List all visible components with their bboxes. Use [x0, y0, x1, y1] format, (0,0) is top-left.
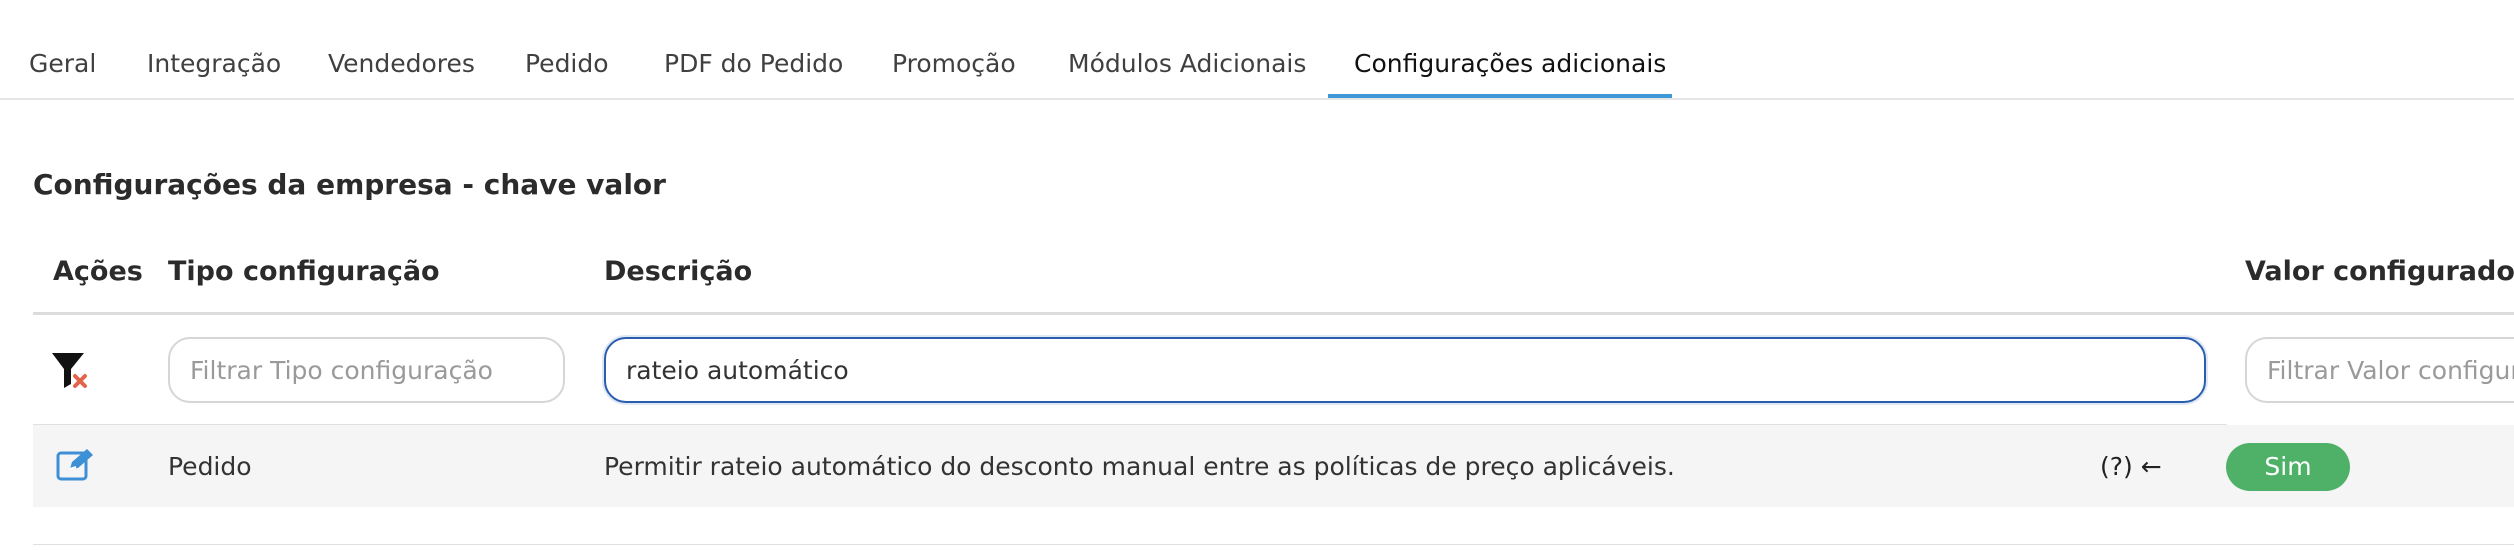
tab-vendedores[interactable]: Vendedores — [328, 0, 475, 100]
tab-bar: Geral Integração Vendedores Pedido PDF d… — [0, 0, 2514, 100]
header-divider — [33, 312, 2514, 315]
table-bottom-divider — [33, 544, 2514, 545]
section-title: Configurações da empresa - chave valor — [33, 168, 666, 201]
edit-icon[interactable] — [56, 447, 96, 483]
row-tipo-configuracao: Pedido — [168, 452, 252, 481]
column-header-valor-configurado: Valor configurado — [2245, 256, 2514, 287]
column-header-acoes: Ações — [53, 256, 143, 287]
tab-pdf-do-pedido[interactable]: PDF do Pedido — [664, 0, 843, 100]
filter-tipo-configuracao-input[interactable] — [168, 337, 565, 403]
tab-pedido[interactable]: Pedido — [525, 0, 609, 100]
tab-integracao[interactable]: Integração — [147, 0, 281, 100]
tab-promocao[interactable]: Promoção — [892, 0, 1016, 100]
filter-clear-icon[interactable] — [50, 350, 94, 392]
tab-configuracoes-adicionais[interactable]: Configurações adicionais — [1354, 0, 1666, 100]
filter-valor-configurado-input[interactable] — [2245, 337, 2514, 403]
tab-geral[interactable]: Geral — [29, 0, 96, 100]
row-descricao: Permitir rateio automático do desconto m… — [604, 452, 1675, 481]
column-header-descricao: Descrição — [604, 256, 753, 287]
filter-descricao-input[interactable] — [604, 337, 2206, 403]
help-tooltip-trigger[interactable]: (?) ← — [2100, 452, 2162, 481]
active-tab-indicator — [1328, 94, 1672, 98]
tab-modulos-adicionais[interactable]: Módulos Adicionais — [1068, 0, 1306, 100]
column-header-tipo-configuracao: Tipo configuração — [168, 256, 440, 287]
valor-configurado-badge[interactable]: Sim — [2226, 443, 2350, 491]
